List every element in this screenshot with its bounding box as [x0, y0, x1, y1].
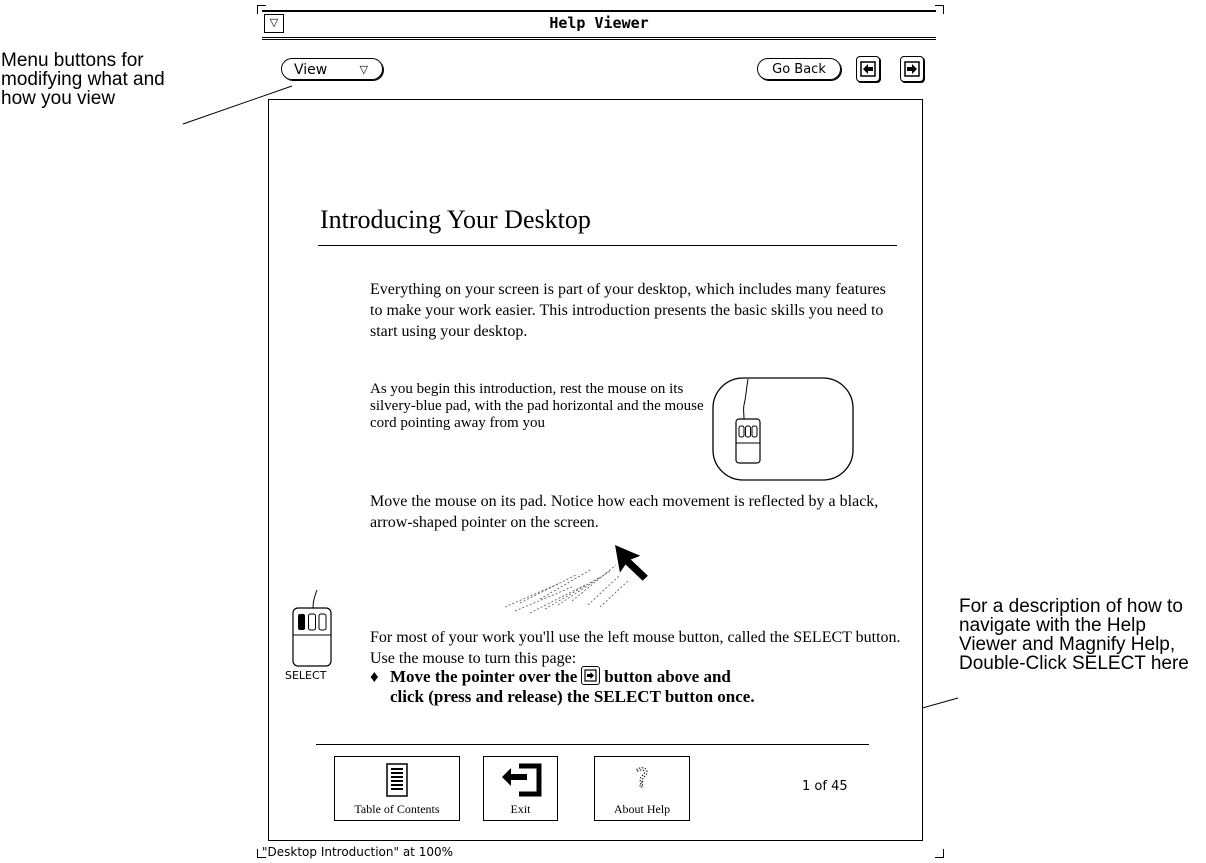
diamond-bullet-icon: ♦	[370, 667, 379, 686]
question-mark-icon: ?	[635, 764, 650, 795]
view-menu-button[interactable]: View ▽	[281, 58, 383, 80]
callout-menu-buttons: Menu buttons for modifying what and how …	[1, 50, 165, 109]
select-mouse-icon	[292, 589, 332, 667]
instruction-part-2: button above and	[604, 667, 731, 686]
about-help-label: About Help	[613, 802, 671, 816]
exit-door-icon	[501, 763, 541, 797]
toc-label: Table of Contents	[354, 802, 440, 816]
previous-page-button[interactable]	[856, 56, 880, 82]
pointer-paragraph: Move the mouse on its pad. Notice how ea…	[370, 493, 879, 531]
select-label: SELECT	[285, 669, 327, 682]
pointer-motion-illustration	[504, 545, 648, 614]
view-menu-label: View	[294, 62, 328, 78]
status-bar: "Desktop Introduction" at 100%	[262, 845, 454, 859]
turn-page-instruction: ♦ Move the pointer over the button above a…	[370, 666, 910, 707]
mouse-pad-paragraph: As you begin this introduction, rest the…	[370, 381, 704, 431]
chevron-down-icon: ▽	[359, 63, 368, 76]
document-list-icon	[386, 763, 408, 797]
select-button-paragraph: For most of your work you'll use the lef…	[370, 629, 901, 667]
arrow-left-icon	[860, 61, 876, 77]
window-title: Help Viewer	[549, 14, 649, 32]
heading-divider	[318, 245, 897, 246]
instruction-line-2: click (press and release) the SELECT but…	[390, 687, 755, 706]
next-page-icon	[581, 666, 601, 685]
page-counter: 1 of 45	[802, 779, 848, 794]
go-back-button[interactable]: Go Back	[757, 58, 841, 80]
window-corner-top-right[interactable]	[935, 5, 944, 14]
instruction-part-1: Move the pointer over the	[390, 667, 578, 686]
next-page-button[interactable]	[900, 56, 924, 82]
about-help-button[interactable]: ? About Help	[594, 756, 690, 821]
footer-divider	[316, 744, 869, 745]
table-of-contents-button[interactable]: Table of Contents	[334, 756, 460, 821]
svg-text:?: ?	[635, 764, 649, 794]
mouse-pad-illustration	[712, 377, 854, 481]
arrow-right-icon	[904, 61, 920, 77]
intro-paragraph: Everything on your screen is part of you…	[370, 281, 886, 340]
page-title: Introducing Your Desktop	[320, 205, 591, 234]
exit-button[interactable]: Exit	[483, 756, 558, 821]
exit-label: Exit	[510, 802, 531, 816]
callout-about-help: For a description of how to navigate wit…	[959, 596, 1189, 674]
window-corner-bottom-right[interactable]	[935, 849, 944, 858]
